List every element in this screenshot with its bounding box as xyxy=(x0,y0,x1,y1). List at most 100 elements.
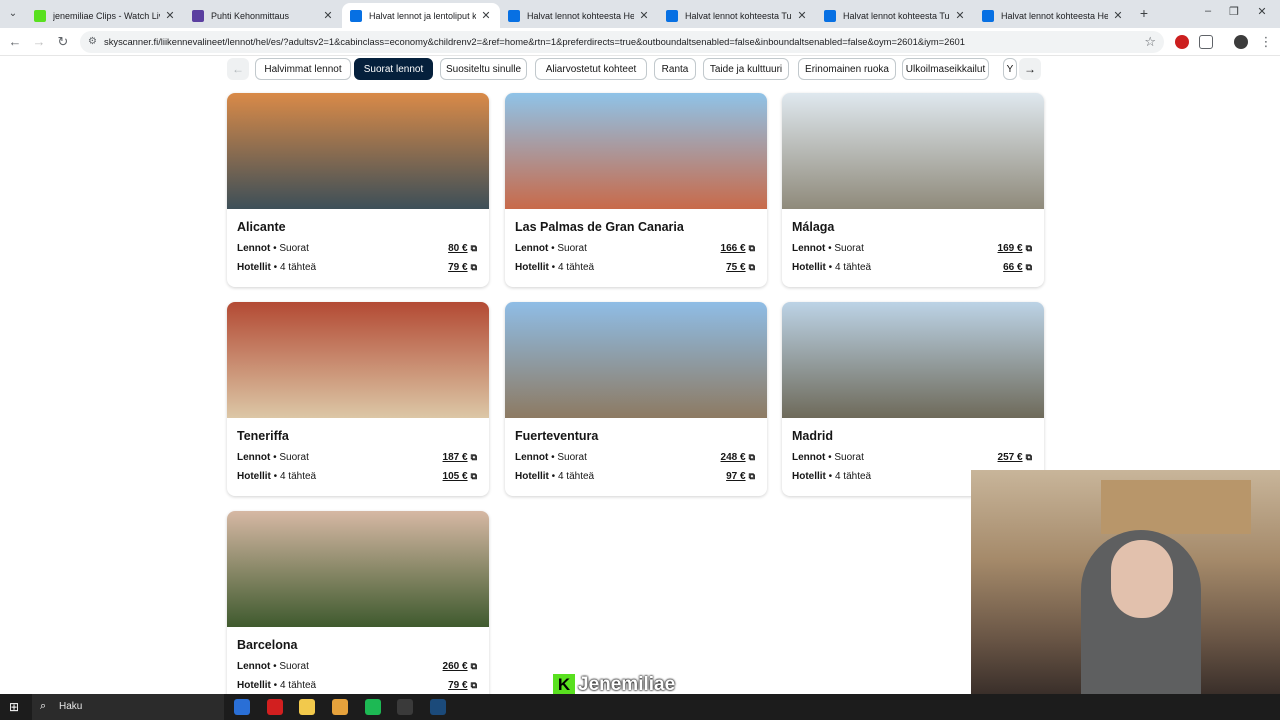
browser-tab[interactable]: Halvat lennot kohteesta Turku (✕ xyxy=(816,3,974,28)
destination-card[interactable]: Alicante Lennot • Suorat 80 € ⧉ Hotellit • 4… xyxy=(227,93,489,287)
flights-price-link[interactable]: 260 € ⧉ xyxy=(443,661,477,672)
scroll-left-arrow-icon[interactable]: ← xyxy=(227,58,249,80)
destination-photo[interactable] xyxy=(227,511,489,627)
filter-pill[interactable]: Aliarvostetut kohteet xyxy=(535,58,647,80)
hotels-price-link[interactable]: 66 € ⧉ xyxy=(1003,262,1032,273)
filter-pill[interactable]: Taide ja kulttuuri xyxy=(703,58,789,80)
destination-photo[interactable] xyxy=(782,302,1044,418)
bookmark-star-icon[interactable]: ☆ xyxy=(1144,34,1156,50)
filter-pill[interactable]: Halvimmat lennot xyxy=(255,58,351,80)
filter-pill[interactable]: Erinomainen ruoka xyxy=(798,58,896,80)
browser-tab[interactable]: Puhti Kehonmittaus ✕ xyxy=(184,3,342,28)
close-window-icon[interactable]: ✕ xyxy=(1252,5,1272,18)
destination-city: Málaga xyxy=(792,220,835,234)
browser-tab[interactable]: Halvat lennot kohteesta Turku (✕ xyxy=(658,3,816,28)
url-text[interactable]: skyscanner.fi/liikennevalineet/lennot/he… xyxy=(104,36,1134,47)
windows-taskbar: ⊞ ⌕ Haku xyxy=(0,694,1280,720)
flights-label: Lennot xyxy=(515,243,549,254)
flights-price-link[interactable]: 257 € ⧉ xyxy=(998,452,1032,463)
spotify-icon[interactable] xyxy=(365,699,381,715)
tab-search-icon[interactable]: ⌄ xyxy=(4,5,22,23)
browser-tab[interactable]: Halvat lennot ja lentoliput kaikki ✕ xyxy=(342,3,500,28)
watermark-logo-icon: K xyxy=(553,674,575,696)
scroll-right-arrow-icon[interactable]: → xyxy=(1019,58,1041,80)
hotels-price-link[interactable]: 79 € ⧉ xyxy=(448,262,477,273)
hotels-price-link[interactable]: 97 € ⧉ xyxy=(726,471,755,482)
tab-close-icon[interactable]: ✕ xyxy=(164,9,176,22)
steam-icon[interactable] xyxy=(430,699,446,715)
tab-close-icon[interactable]: ✕ xyxy=(480,9,492,22)
tab-close-icon[interactable]: ✕ xyxy=(1112,9,1124,22)
tab-close-icon[interactable]: ✕ xyxy=(954,9,966,22)
chrome-icon[interactable] xyxy=(332,699,348,715)
flights-subtitle: • Suorat xyxy=(270,452,309,463)
flights-price: 248 € xyxy=(720,452,746,463)
destination-card[interactable]: Fuerteventura Lennot • Suorat 248 € ⧉ Hotell… xyxy=(505,302,767,496)
browser-tab[interactable]: Halvat lennot kohteesta Helsinki ✕ xyxy=(500,3,658,28)
back-icon[interactable]: ← xyxy=(7,34,23,50)
flights-price-link[interactable]: 166 € ⧉ xyxy=(721,243,755,254)
external-link-icon: ⧉ xyxy=(470,262,477,272)
flights-price-link[interactable]: 169 € ⧉ xyxy=(998,243,1032,254)
filter-pill[interactable]: Suorat lennot xyxy=(354,58,433,80)
tab-close-icon[interactable]: ✕ xyxy=(322,9,334,22)
flights-row: Lennot • Suorat xyxy=(237,452,309,463)
destination-card[interactable]: Teneriffa Lennot • Suorat 187 € ⧉ Hotellit •… xyxy=(227,302,489,496)
reload-icon[interactable]: ↻ xyxy=(55,34,71,50)
destination-photo[interactable] xyxy=(505,302,767,418)
destination-photo[interactable] xyxy=(227,93,489,209)
filter-pill[interactable]: Y xyxy=(1003,58,1017,80)
destination-card[interactable]: Málaga Lennot • Suorat 169 € ⧉ Hotellit • 4 … xyxy=(782,93,1044,287)
flights-price-link[interactable]: 80 € ⧉ xyxy=(448,243,477,254)
destination-card[interactable]: Barcelona Lennot • Suorat 260 € ⧉ Hotellit •… xyxy=(227,511,489,705)
hotels-row: Hotellit • 4 tähteä xyxy=(792,262,871,273)
filter-pill[interactable]: Suositeltu sinulle xyxy=(440,58,527,80)
minimize-icon[interactable]: – xyxy=(1198,5,1218,17)
new-tab-button[interactable]: + xyxy=(1136,5,1152,21)
hotels-label: Hotellit xyxy=(792,262,826,273)
external-link-icon: ⧉ xyxy=(470,452,477,462)
tab-close-icon[interactable]: ✕ xyxy=(796,9,808,22)
tab-close-icon[interactable]: ✕ xyxy=(638,9,650,22)
extensions-puzzle-icon[interactable] xyxy=(1199,35,1213,49)
hotels-price-link[interactable]: 75 € ⧉ xyxy=(726,262,755,273)
flights-price: 260 € xyxy=(442,661,468,672)
external-link-icon: ⧉ xyxy=(1025,262,1032,272)
taskbar-search[interactable]: ⌕ Haku xyxy=(32,694,224,720)
webcam-overlay xyxy=(971,470,1280,694)
file-explorer-icon[interactable] xyxy=(299,699,315,715)
flights-subtitle: • Suorat xyxy=(548,452,587,463)
browser-tab[interactable]: Halvat lennot kohteesta Helsinki ✕ xyxy=(974,3,1132,28)
address-bar[interactable]: ⚙ skyscanner.fi/liikennevalineet/lennot/… xyxy=(80,31,1164,53)
profile-avatar[interactable] xyxy=(1234,35,1248,49)
hotels-price: 79 € xyxy=(448,262,468,273)
hotels-row: Hotellit • 4 tähteä xyxy=(792,471,871,482)
flights-price: 166 € xyxy=(720,243,746,254)
hotels-price-link[interactable]: 79 € ⧉ xyxy=(448,680,477,691)
flights-price-link[interactable]: 248 € ⧉ xyxy=(721,452,755,463)
l-app-icon[interactable] xyxy=(267,699,283,715)
destination-photo[interactable] xyxy=(782,93,1044,209)
flights-price: 80 € xyxy=(448,243,468,254)
restore-icon[interactable]: ❐ xyxy=(1224,5,1244,18)
obs-icon[interactable] xyxy=(397,699,413,715)
filter-pill[interactable]: Ulkoilmaseikkailut xyxy=(902,58,989,80)
destination-card[interactable]: Las Palmas de Gran Canaria Lennot • Suora… xyxy=(505,93,767,287)
flights-price: 257 € xyxy=(997,452,1023,463)
edge-app-icon[interactable] xyxy=(234,699,250,715)
menu-kebab-icon[interactable]: ⋮ xyxy=(1258,34,1274,50)
forward-icon[interactable]: → xyxy=(31,34,47,50)
filter-pill[interactable]: Ranta xyxy=(654,58,696,80)
flights-price-link[interactable]: 187 € ⧉ xyxy=(443,452,477,463)
tab-title: Halvat lennot kohteesta Helsinki xyxy=(1001,10,1108,21)
destination-card[interactable]: Madrid Lennot • Suorat 257 € ⧉ Hotellit • 4 … xyxy=(782,302,1044,496)
external-link-icon: ⧉ xyxy=(470,661,477,671)
hotels-price-link[interactable]: 105 € ⧉ xyxy=(443,471,477,482)
destination-photo[interactable] xyxy=(227,302,489,418)
site-info-icon[interactable]: ⚙ xyxy=(88,36,97,47)
destination-photo[interactable] xyxy=(505,93,767,209)
windows-start-icon[interactable]: ⊞ xyxy=(9,700,23,714)
tab-favicon-icon xyxy=(824,9,836,22)
opera-extension-icon[interactable] xyxy=(1175,35,1189,49)
browser-tab[interactable]: jenemiliae Clips - Watch Live or ✕ xyxy=(26,3,184,28)
